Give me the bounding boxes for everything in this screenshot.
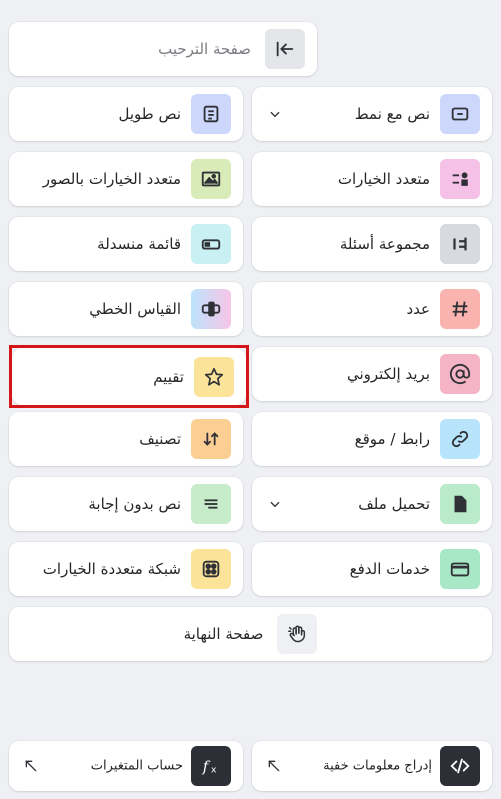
welcome-screen-label: صفحة الترحيب	[158, 40, 251, 58]
text-style-button[interactable]: نص مع نمط	[252, 87, 492, 141]
question-group-button[interactable]: مجموعة أسئلة	[252, 217, 492, 271]
hidden-fields-label: إدراج معلومات خفية	[323, 758, 432, 774]
lines-icon	[191, 484, 231, 524]
matrix-button[interactable]: شبكة متعددة الخيارات	[9, 542, 243, 596]
arrow-left-to-bar-icon	[265, 29, 305, 69]
rating-button[interactable]: تقييم	[12, 348, 246, 405]
ranking-button[interactable]: تصنيف	[9, 412, 243, 466]
hash-icon	[440, 289, 480, 329]
rating-label: تقييم	[153, 367, 184, 386]
grid-icon	[191, 549, 231, 589]
group-icon	[440, 224, 480, 264]
long-text-label: نص طويل	[118, 105, 181, 123]
long-text-button[interactable]: نص طويل	[9, 87, 243, 141]
dropdown-label: قائمة منسدلة	[97, 235, 181, 253]
picture-choice-button[interactable]: متعدد الخيارات بالصور	[9, 152, 243, 206]
multiple-choice-label: متعدد الخيارات	[337, 170, 430, 188]
chevron-down-icon[interactable]	[268, 107, 282, 121]
payment-button[interactable]: خدمات الدفع	[252, 542, 492, 596]
calculator-label: حساب المتغيرات	[90, 758, 183, 774]
opinion-scale-label: القياس الخطي	[89, 300, 181, 318]
link-icon	[440, 419, 480, 459]
document-lines-icon	[191, 94, 231, 134]
ending-screen-label: صفحة النهاية	[183, 625, 264, 643]
chevron-down-icon[interactable]	[268, 497, 282, 511]
file-icon	[440, 484, 480, 524]
choice-list-icon	[440, 159, 480, 199]
email-button[interactable]: بريد إلكتروني	[252, 347, 492, 401]
email-label: بريد إلكتروني	[346, 365, 430, 383]
number-button[interactable]: عدد	[252, 282, 492, 336]
matrix-label: شبكة متعددة الخيارات	[42, 560, 181, 578]
scale-icon	[191, 289, 231, 329]
website-button[interactable]: رابط / موقع	[252, 412, 492, 466]
image-icon	[191, 159, 231, 199]
dropdown-toggle-icon	[191, 224, 231, 264]
text-style-label: نص مع نمط	[354, 105, 430, 123]
welcome-screen[interactable]: صفحة الترحيب	[9, 22, 317, 76]
calculator-button[interactable]: fx حساب المتغيرات	[9, 741, 243, 791]
function-icon: fx	[191, 746, 231, 786]
credit-card-icon	[440, 549, 480, 589]
code-icon	[440, 746, 480, 786]
opinion-scale-button[interactable]: القياس الخطي	[9, 282, 243, 336]
arrow-up-left-icon	[25, 760, 37, 772]
dropdown-button[interactable]: قائمة منسدلة	[9, 217, 243, 271]
text-box-icon	[440, 94, 480, 134]
at-icon	[440, 354, 480, 394]
statement-label: نص بدون إجابة	[88, 495, 181, 513]
question-group-label: مجموعة أسئلة	[339, 235, 430, 253]
svg-text:x: x	[211, 764, 217, 775]
website-label: رابط / موقع	[354, 430, 430, 448]
statement-button[interactable]: نص بدون إجابة	[9, 477, 243, 531]
waving-hand-icon	[277, 614, 318, 654]
ending-screen[interactable]: صفحة النهاية	[9, 607, 492, 661]
ranking-label: تصنيف	[139, 430, 181, 448]
file-upload-label: تحميل ملف	[358, 495, 430, 513]
payment-label: خدمات الدفع	[349, 560, 430, 578]
file-upload-button[interactable]: تحميل ملف	[252, 477, 492, 531]
multiple-choice-button[interactable]: متعدد الخيارات	[252, 152, 492, 206]
arrow-up-left-icon	[268, 760, 280, 772]
number-label: عدد	[406, 300, 430, 318]
svg-text:f: f	[202, 759, 211, 776]
star-icon	[194, 356, 234, 397]
hidden-fields-button[interactable]: إدراج معلومات خفية	[252, 741, 492, 791]
picture-choice-label: متعدد الخيارات بالصور	[42, 170, 181, 188]
sort-arrows-icon	[191, 419, 231, 459]
